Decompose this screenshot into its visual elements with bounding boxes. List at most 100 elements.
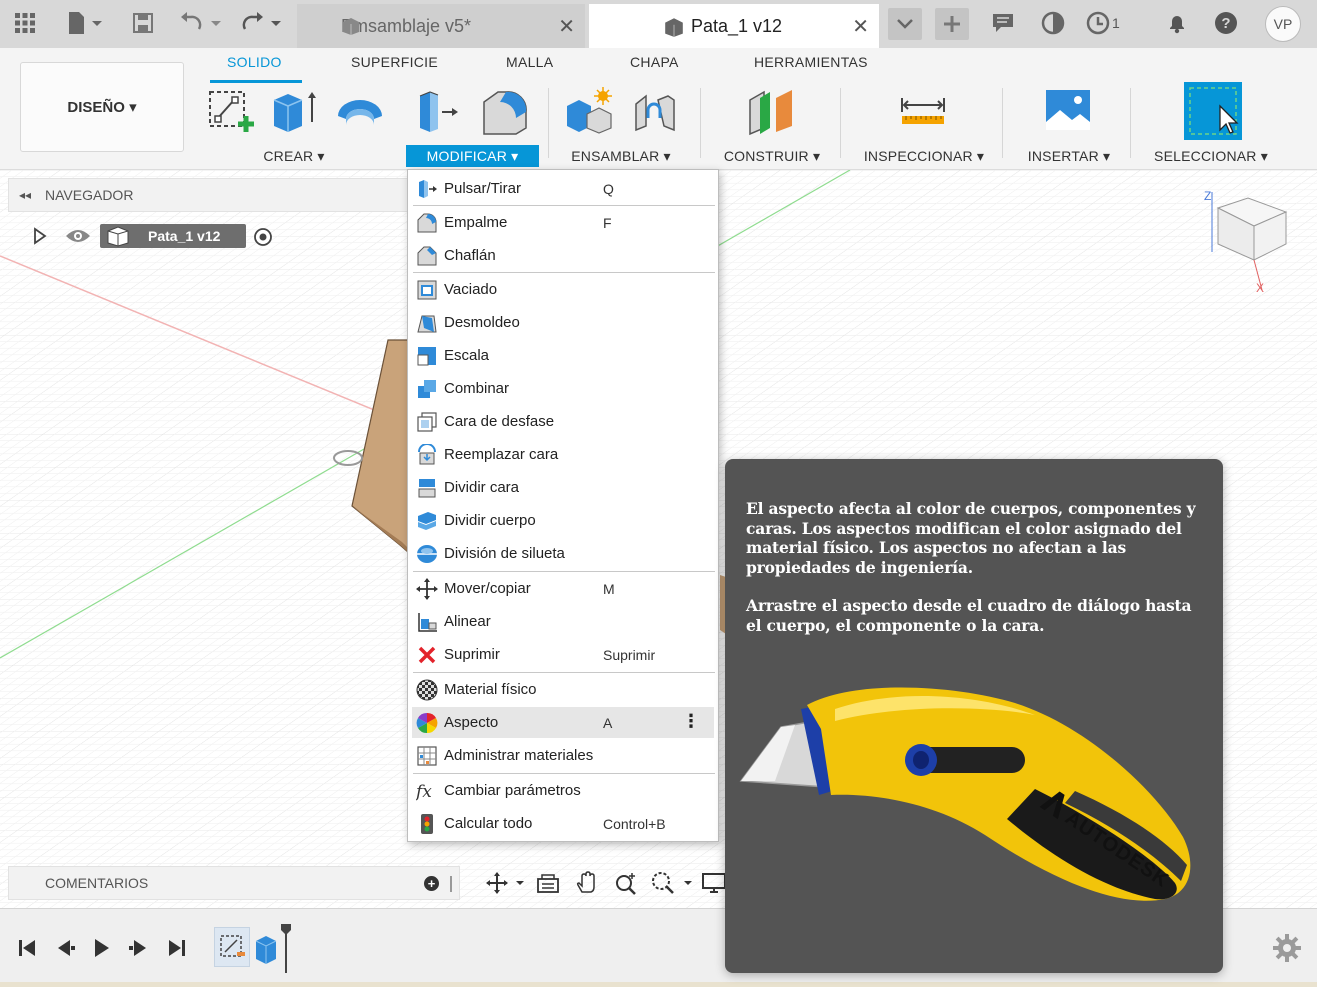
menu-item-offset-face[interactable]: Cara de desfase bbox=[412, 406, 714, 437]
undo-icon[interactable] bbox=[176, 8, 226, 38]
tooltip-instructions: Arrastre el aspecto desde el cuadro de d… bbox=[746, 596, 1192, 635]
construct-menu[interactable]: CONSTRUIR ▾ bbox=[710, 145, 834, 167]
measure-icon[interactable] bbox=[898, 86, 948, 136]
pan-hand-icon[interactable] bbox=[573, 870, 601, 896]
appearance-icon bbox=[416, 712, 438, 734]
menu-item-delete[interactable]: Suprimir Suprimir bbox=[412, 639, 714, 670]
document-tab-assembly[interactable]: Emsamblaje v5* ✕ bbox=[297, 4, 585, 48]
save-icon[interactable] bbox=[128, 8, 158, 38]
menu-item-physical-material[interactable]: Material físico bbox=[412, 674, 714, 705]
menu-item-manage-materials[interactable]: Administrar materiales bbox=[412, 740, 714, 771]
offset-plane-icon[interactable] bbox=[746, 86, 796, 136]
tab-tools[interactable]: HERRAMIENTAS bbox=[754, 54, 868, 70]
help-icon[interactable]: ? bbox=[1211, 8, 1241, 38]
timeline-extrude-feature[interactable] bbox=[252, 927, 282, 967]
collapse-browser-icon[interactable]: ◂◂ bbox=[19, 188, 31, 202]
create-menu[interactable]: CREAR ▾ bbox=[244, 145, 344, 167]
menu-item-combine[interactable]: Combinar bbox=[412, 373, 714, 404]
appearance-tooltip: El aspecto afecta al color de cuerpos, c… bbox=[725, 459, 1223, 973]
menu-item-replace-face[interactable]: Reemplazar cara bbox=[412, 439, 714, 470]
menu-item-press-pull[interactable]: Pulsar/Tirar Q bbox=[412, 173, 714, 204]
press-pull-icon bbox=[419, 180, 437, 198]
timeline-next-icon[interactable] bbox=[126, 935, 152, 961]
tab-overflow-chevron-icon[interactable] bbox=[888, 8, 922, 40]
new-tab-plus-icon[interactable] bbox=[935, 8, 969, 40]
visibility-eye-icon[interactable] bbox=[64, 226, 92, 246]
menu-item-split-body[interactable]: Dividir cuerpo bbox=[412, 505, 714, 536]
workspace-selector[interactable]: DISEÑO ▾ bbox=[20, 62, 184, 152]
tab-solid[interactable]: SOLIDO bbox=[227, 54, 282, 70]
activate-component-radio-icon[interactable] bbox=[252, 226, 274, 248]
look-at-icon[interactable] bbox=[534, 870, 562, 896]
menu-item-split-face[interactable]: Dividir cara bbox=[412, 472, 714, 503]
fillet-tool-icon[interactable] bbox=[480, 86, 530, 136]
insert-canvas-image-icon[interactable] bbox=[1044, 86, 1094, 136]
menu-item-compute-all[interactable]: Calcular todo Control+B bbox=[412, 808, 714, 839]
extensions-icon[interactable] bbox=[1038, 8, 1068, 38]
delete-icon bbox=[418, 646, 436, 664]
menu-item-label: Material físico bbox=[444, 681, 537, 698]
redo-icon[interactable] bbox=[236, 8, 286, 38]
joint-icon[interactable] bbox=[630, 86, 680, 136]
assemble-menu[interactable]: ENSAMBLAR ▾ bbox=[556, 145, 686, 167]
menu-item-fillet[interactable]: Empalme F bbox=[412, 207, 714, 238]
timeline-last-icon[interactable] bbox=[164, 935, 190, 961]
menu-item-draft[interactable]: Desmoldeo bbox=[412, 307, 714, 338]
press-pull-tool-icon[interactable] bbox=[414, 86, 464, 136]
timeline-first-icon[interactable] bbox=[14, 935, 40, 961]
jobs-status-icon[interactable]: 1 bbox=[1086, 8, 1132, 38]
extrude-icon[interactable] bbox=[270, 86, 320, 136]
zoom-icon[interactable] bbox=[612, 870, 640, 896]
revolve-icon[interactable] bbox=[334, 86, 384, 136]
select-icon[interactable] bbox=[1184, 82, 1242, 140]
menu-item-shell[interactable]: Vaciado bbox=[412, 274, 714, 305]
timeline-settings-gear-icon[interactable] bbox=[1272, 933, 1302, 963]
file-menu-icon[interactable] bbox=[62, 8, 108, 38]
comments-icon[interactable] bbox=[988, 8, 1018, 38]
user-avatar[interactable]: VP bbox=[1265, 6, 1301, 42]
add-comment-plus-icon[interactable]: + bbox=[424, 876, 439, 891]
menu-item-label: Mover/copiar bbox=[444, 580, 531, 597]
window-bottom-edge bbox=[0, 982, 1317, 987]
more-options-icon[interactable]: ⋮ bbox=[682, 711, 700, 731]
expand-triangle-icon[interactable] bbox=[30, 226, 50, 246]
component-node-label[interactable]: Pata_1 v12 bbox=[100, 224, 246, 248]
menu-item-scale[interactable]: Escala bbox=[412, 340, 714, 371]
timeline-play-icon[interactable] bbox=[88, 935, 114, 961]
menu-item-silhouette-split[interactable]: División de silueta bbox=[412, 538, 714, 569]
menu-item-label: Suprimir bbox=[444, 646, 500, 663]
browser-root-node[interactable] bbox=[30, 222, 92, 250]
notifications-bell-icon[interactable] bbox=[1162, 8, 1192, 38]
timeline-sketch-feature[interactable] bbox=[214, 927, 250, 967]
close-tab-icon[interactable]: ✕ bbox=[852, 14, 869, 39]
menu-item-change-parameters[interactable]: fx Cambiar parámetros bbox=[412, 775, 714, 806]
svg-text:?: ? bbox=[1221, 15, 1230, 32]
browser-panel-header[interactable]: ◂◂ NAVEGADOR bbox=[8, 178, 408, 212]
timeline-previous-icon[interactable] bbox=[52, 935, 78, 961]
close-tab-icon[interactable]: ✕ bbox=[558, 14, 575, 39]
toolbar-ribbon: DISEÑO ▾ SOLIDO SUPERFICIE MALLA CHAPA H… bbox=[0, 48, 1317, 170]
orbit-icon[interactable] bbox=[482, 870, 528, 896]
viewcube[interactable]: Z X bbox=[1198, 188, 1298, 296]
timeline-marker[interactable] bbox=[280, 923, 292, 975]
menu-item-move-copy[interactable]: Mover/copiar M bbox=[412, 573, 714, 604]
menu-item-chamfer[interactable]: Chaflán bbox=[412, 240, 714, 271]
modify-menu[interactable]: MODIFICAR ▾ bbox=[406, 145, 539, 167]
menu-item-appearance[interactable]: Aspecto A ⋮ bbox=[412, 707, 714, 738]
create-sketch-icon[interactable] bbox=[206, 86, 256, 136]
select-menu[interactable]: SELECCIONAR ▾ bbox=[1140, 145, 1282, 167]
tab-sheet-metal[interactable]: CHAPA bbox=[630, 54, 679, 70]
data-panel-grid-icon[interactable] bbox=[10, 8, 40, 38]
insert-menu[interactable]: INSERTAR ▾ bbox=[1014, 145, 1124, 167]
tab-surface[interactable]: SUPERFICIE bbox=[351, 54, 438, 70]
menu-item-align[interactable]: Alinear bbox=[412, 606, 714, 637]
menu-item-label: Pulsar/Tirar bbox=[444, 180, 521, 197]
fit-zoom-window-icon[interactable] bbox=[650, 870, 696, 896]
display-settings-icon[interactable] bbox=[700, 870, 728, 896]
tab-mesh[interactable]: MALLA bbox=[506, 54, 553, 70]
document-tab-active[interactable]: Pata_1 v12 ✕ bbox=[589, 4, 879, 48]
component-name: Pata_1 v12 bbox=[148, 228, 221, 244]
new-component-icon[interactable] bbox=[565, 86, 615, 136]
comments-panel-header[interactable]: COMENTARIOS + bbox=[8, 866, 460, 900]
inspect-menu[interactable]: INSPECCIONAR ▾ bbox=[852, 145, 996, 167]
